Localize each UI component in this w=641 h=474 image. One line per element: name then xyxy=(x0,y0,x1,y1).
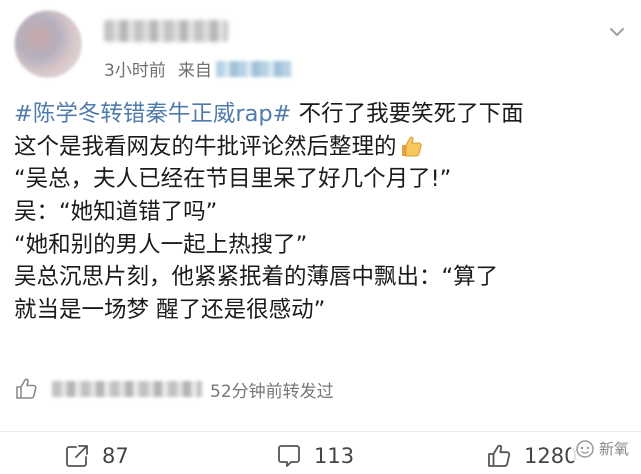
post-line-5: “她和别的男人一起上热搜了” xyxy=(14,229,630,262)
comment-button[interactable]: 113 xyxy=(276,443,354,469)
reposter-names-blurred[interactable] xyxy=(52,381,202,397)
chevron-down-icon[interactable] xyxy=(605,20,629,44)
avatar[interactable] xyxy=(14,10,82,78)
source-name-blurred[interactable] xyxy=(215,60,292,77)
like-button[interactable]: 1280 xyxy=(486,443,577,469)
post-line-7: 就当是一场梦 醒了还是很感动” xyxy=(14,294,630,327)
post-text-2: 这个是我看网友的牛批评论然后整理的 xyxy=(14,133,397,160)
comment-count: 113 xyxy=(314,444,355,468)
post-line-6: 吴总沉思片刻，他紧紧抿着的薄唇中飘出：“算了 xyxy=(14,261,630,294)
like-count: 1280 xyxy=(524,444,578,468)
thumbs-up-emoji-icon xyxy=(399,134,423,167)
watermark: 新氧 xyxy=(570,436,633,461)
post-line-4: 吴：“她知道错了吗” xyxy=(14,196,630,229)
post-meta: 3小时前 来自 xyxy=(104,56,292,81)
hashtag-link[interactable]: #陈学冬转错秦牛正威rap# xyxy=(14,101,292,127)
action-bar: 87 113 1280 xyxy=(0,440,641,472)
share-icon xyxy=(64,443,90,469)
post-text-4: 吴：“她知道错了吗” xyxy=(14,199,218,226)
repost-time: 52分钟前转发过 xyxy=(210,381,334,402)
username-blurred[interactable] xyxy=(104,20,228,42)
repost-count: 87 xyxy=(102,444,129,468)
divider xyxy=(0,431,641,432)
post-text-1: 不行了我要笑死了下面 xyxy=(291,101,524,127)
watermark-text: 新氧 xyxy=(598,440,629,458)
post-content: #陈学冬转错秦牛正威rap# 不行了我要笑死了下面 这个是我看网友的牛批评论然后… xyxy=(14,98,630,327)
post-header: 3小时前 来自 xyxy=(0,0,641,90)
thumbs-up-icon[interactable] xyxy=(14,377,38,401)
post-time: 3小时前 xyxy=(104,61,166,81)
post-text-5: “她和别的男人一起上热搜了” xyxy=(14,231,308,258)
repost-button[interactable]: 87 xyxy=(64,443,129,469)
xinyang-logo-icon xyxy=(575,439,595,459)
post-text-6: 吴总沉思片刻，他紧紧抿着的薄唇中飘出：“算了 xyxy=(14,264,499,291)
post-text-3: “吴总，夫人已经在节目里呆了好几个月了!” xyxy=(14,166,452,193)
post-line-1: #陈学冬转错秦牛正威rap# 不行了我要笑死了下面 xyxy=(14,98,630,131)
repost-info-row: 52分钟前转发过 xyxy=(14,374,630,404)
thumbs-up-icon xyxy=(486,443,512,469)
post-line-2: 这个是我看网友的牛批评论然后整理的 xyxy=(14,131,630,164)
source-prefix: 来自 xyxy=(177,61,212,81)
comment-icon xyxy=(276,443,302,469)
post-text-7: 就当是一场梦 醒了还是很感动” xyxy=(14,297,326,324)
post-line-3: “吴总，夫人已经在节目里呆了好几个月了!” xyxy=(14,163,630,196)
